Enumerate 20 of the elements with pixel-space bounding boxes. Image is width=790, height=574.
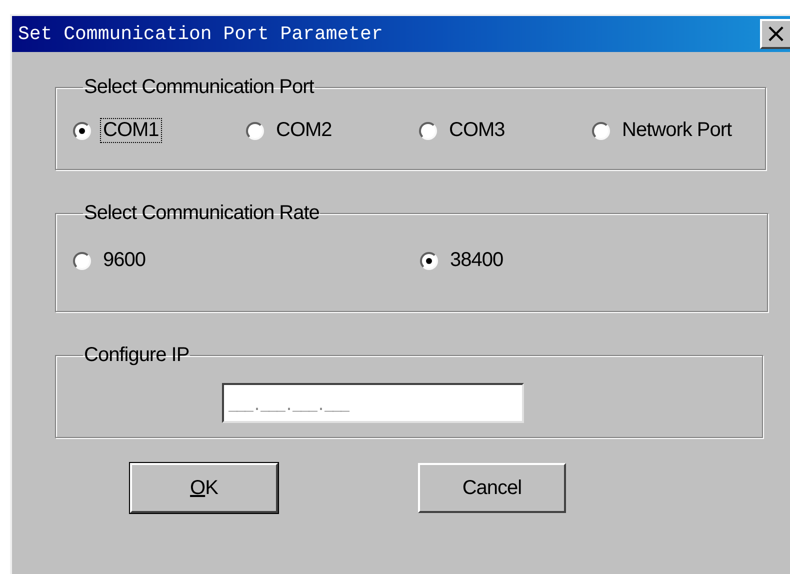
window-title: Set Communication Port Parameter (18, 23, 383, 45)
radio-button[interactable] (420, 252, 438, 270)
ip-address-field[interactable]: ___.___.___.___ (222, 383, 524, 423)
group-title: Configure IP (83, 344, 190, 367)
radio-button[interactable] (73, 122, 91, 140)
radio-option[interactable]: COM2 (246, 119, 419, 142)
radio-button[interactable] (73, 252, 91, 270)
ok-button[interactable]: OK (130, 463, 278, 513)
cancel-button[interactable]: Cancel (418, 463, 566, 513)
group-title: Select Communication Port (83, 76, 315, 99)
radio-option[interactable]: COM1 (73, 119, 246, 142)
group-title: Select Communication Rate (83, 202, 320, 225)
radio-button[interactable] (592, 122, 610, 140)
close-button[interactable]: × (760, 19, 790, 49)
radio-option[interactable]: 38400 (420, 249, 767, 272)
radio-button[interactable] (419, 122, 437, 140)
radio-option[interactable]: 9600 (73, 249, 420, 272)
radio-option[interactable]: COM3 (419, 119, 592, 142)
radio-button[interactable] (246, 122, 264, 140)
radio-option[interactable]: Network Port (592, 119, 765, 142)
